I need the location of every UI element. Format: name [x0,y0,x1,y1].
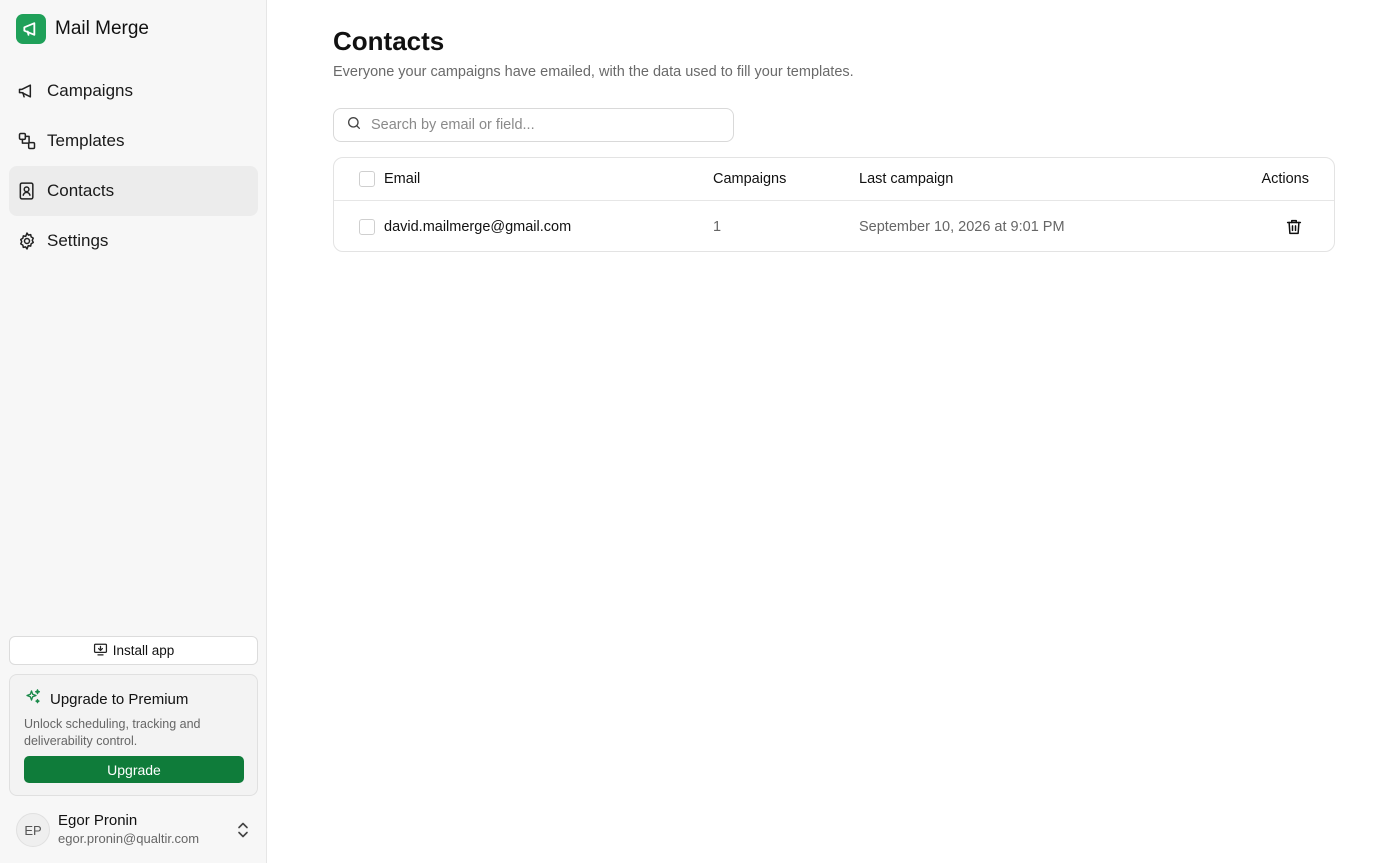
sidebar-item-campaigns[interactable]: Campaigns [9,66,258,116]
premium-title: Upgrade to Premium [50,690,189,708]
page-subtitle: Everyone your campaigns have emailed, wi… [333,64,854,80]
brand-name: Mail Merge [55,18,149,39]
chevrons-up-down-icon [236,821,250,844]
trash-icon[interactable] [1285,201,1303,251]
user-menu[interactable]: EP Egor Pronin egor.pronin@qualtir.com [16,812,256,848]
sidebar-nav: Campaigns Templates Contacts Settings [9,66,258,266]
megaphone-icon [17,81,37,101]
premium-card: Upgrade to Premium Unlock scheduling, tr… [9,674,258,796]
upgrade-button[interactable]: Upgrade [24,756,244,783]
column-header-campaigns[interactable]: Campaigns [713,158,786,200]
install-app-label: Install app [112,643,175,658]
contacts-table: Email Campaigns Last campaign Actions da… [333,157,1335,252]
sidebar-item-label: Settings [47,231,109,250]
user-email: egor.pronin@qualtir.com [58,831,200,846]
select-all-checkbox[interactable] [359,171,375,187]
templates-icon [17,131,37,151]
sparkles-icon [24,688,42,710]
brand[interactable]: Mail Merge [16,14,149,44]
search-box [333,108,734,142]
sidebar: Mail Merge Campaigns Templates Contacts … [0,0,267,863]
premium-description: Unlock scheduling, tracking and delivera… [24,717,201,748]
sidebar-item-label: Contacts [47,181,115,200]
column-header-last-campaign[interactable]: Last campaign [859,158,953,200]
megaphone-icon [16,14,46,44]
table-row[interactable]: david.mailmerge@gmail.com 1 September 10… [334,201,1334,251]
row-checkbox[interactable] [359,218,375,235]
user-name: Egor Pronin [58,812,138,829]
sidebar-item-label: Templates [47,131,125,150]
avatar: EP [16,813,50,847]
monitor-download-icon [93,642,108,660]
row-campaigns-count: 1 [713,218,722,235]
sidebar-item-templates[interactable]: Templates [9,116,258,166]
install-app-button[interactable]: Install app [9,636,258,665]
page-title: Contacts [333,26,445,56]
sidebar-item-contacts[interactable]: Contacts [9,166,258,216]
search-icon [346,115,362,136]
sidebar-item-label: Campaigns [47,81,133,100]
row-email: david.mailmerge@gmail.com [384,218,572,235]
column-header-email[interactable]: Email [384,158,420,200]
table-header: Email Campaigns Last campaign Actions [334,158,1334,201]
search-input[interactable] [371,117,711,133]
column-header-actions: Actions [1261,171,1309,187]
row-last-campaign: September 10, 2026 at 9:01 PM [859,218,1065,235]
sidebar-item-settings[interactable]: Settings [9,216,258,266]
contact-book-icon [17,181,37,201]
gear-icon [17,231,37,251]
